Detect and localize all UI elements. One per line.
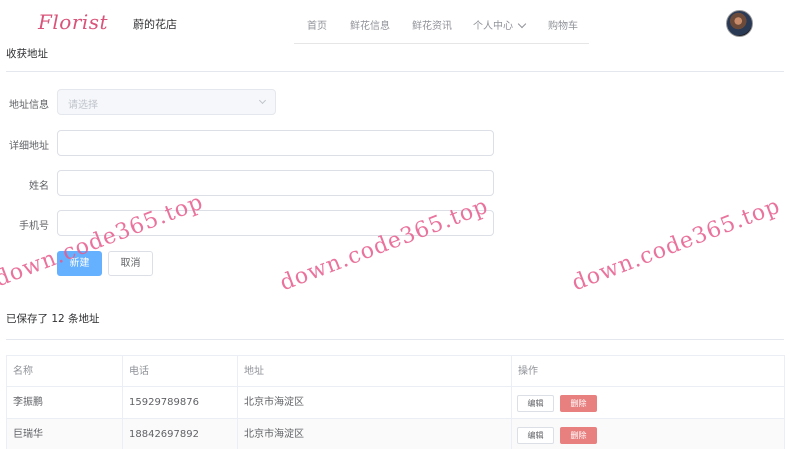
divider [6,339,784,340]
table-row: 李振鹏 15929789876 北京市海淀区 编辑 删除 [7,387,784,419]
column-header-name: 名称 [7,356,123,386]
chevron-down-icon [517,19,527,29]
cancel-button[interactable]: 取消 [108,251,153,276]
watermark: down.code365.top [568,193,784,297]
table-header-row: 名称 电话 地址 操作 [7,356,784,387]
name-input[interactable] [57,170,494,196]
phone-input[interactable] [57,210,494,236]
detail-address-label: 详细地址 [9,141,49,152]
saved-count-title: 已保存了 12 条地址 [6,313,100,325]
avatar[interactable] [726,10,753,37]
create-button[interactable]: 新建 [57,251,102,276]
nav-item-cart[interactable]: 购物车 [548,17,578,32]
table-row: 巨瑞华 18842697892 北京市海淀区 编辑 删除 [7,419,784,449]
edit-button[interactable]: 编辑 [517,395,554,412]
florist-logo[interactable]: Florist [36,10,116,38]
region-select[interactable]: 请选择 [57,89,276,115]
row-actions: 编辑 删除 [512,387,785,418]
logo-text: Florist [38,10,109,34]
region-placeholder: 请选择 [68,100,98,111]
detail-address-input[interactable] [57,130,494,156]
address-form-title: 收获地址 [6,48,48,60]
name-label: 姓名 [29,181,49,192]
row-name: 李振鹏 [7,387,123,418]
watermark: down.code365.top [0,189,207,293]
nav-item-personal-center[interactable]: 个人中心 [473,17,527,32]
nav-item-flower-news[interactable]: 鲜花资讯 [412,17,452,32]
region-label: 地址信息 [9,100,49,111]
phone-label: 手机号 [19,221,49,232]
top-header: Florist 蔚的花店 首页 鲜花信息 鲜花资讯 个人中心 购物车 [0,0,790,44]
row-address: 北京市海淀区 [238,419,512,449]
shop-name: 蔚的花店 [133,18,177,31]
edit-button[interactable]: 编辑 [517,427,554,444]
chevron-down-icon [258,96,267,105]
divider [6,71,784,72]
row-actions: 编辑 删除 [512,419,785,449]
address-table: 名称 电话 地址 操作 李振鹏 15929789876 北京市海淀区 编辑 删除… [6,355,785,449]
delete-button[interactable]: 删除 [560,395,597,412]
main-nav: 首页 鲜花信息 鲜花资讯 个人中心 购物车 [294,4,589,44]
row-phone: 15929789876 [123,387,238,418]
column-header-phone: 电话 [123,356,238,386]
row-address: 北京市海淀区 [238,387,512,418]
watermark: down.code365.top [276,193,492,297]
delete-button[interactable]: 删除 [560,427,597,444]
row-phone: 18842697892 [123,419,238,449]
column-header-address: 地址 [238,356,512,386]
row-name: 巨瑞华 [7,419,123,449]
nav-item-home[interactable]: 首页 [307,17,327,32]
column-header-actions: 操作 [518,366,538,377]
nav-item-flower-info[interactable]: 鲜花信息 [350,17,390,32]
nav-item-personal-center-label: 个人中心 [473,21,513,32]
